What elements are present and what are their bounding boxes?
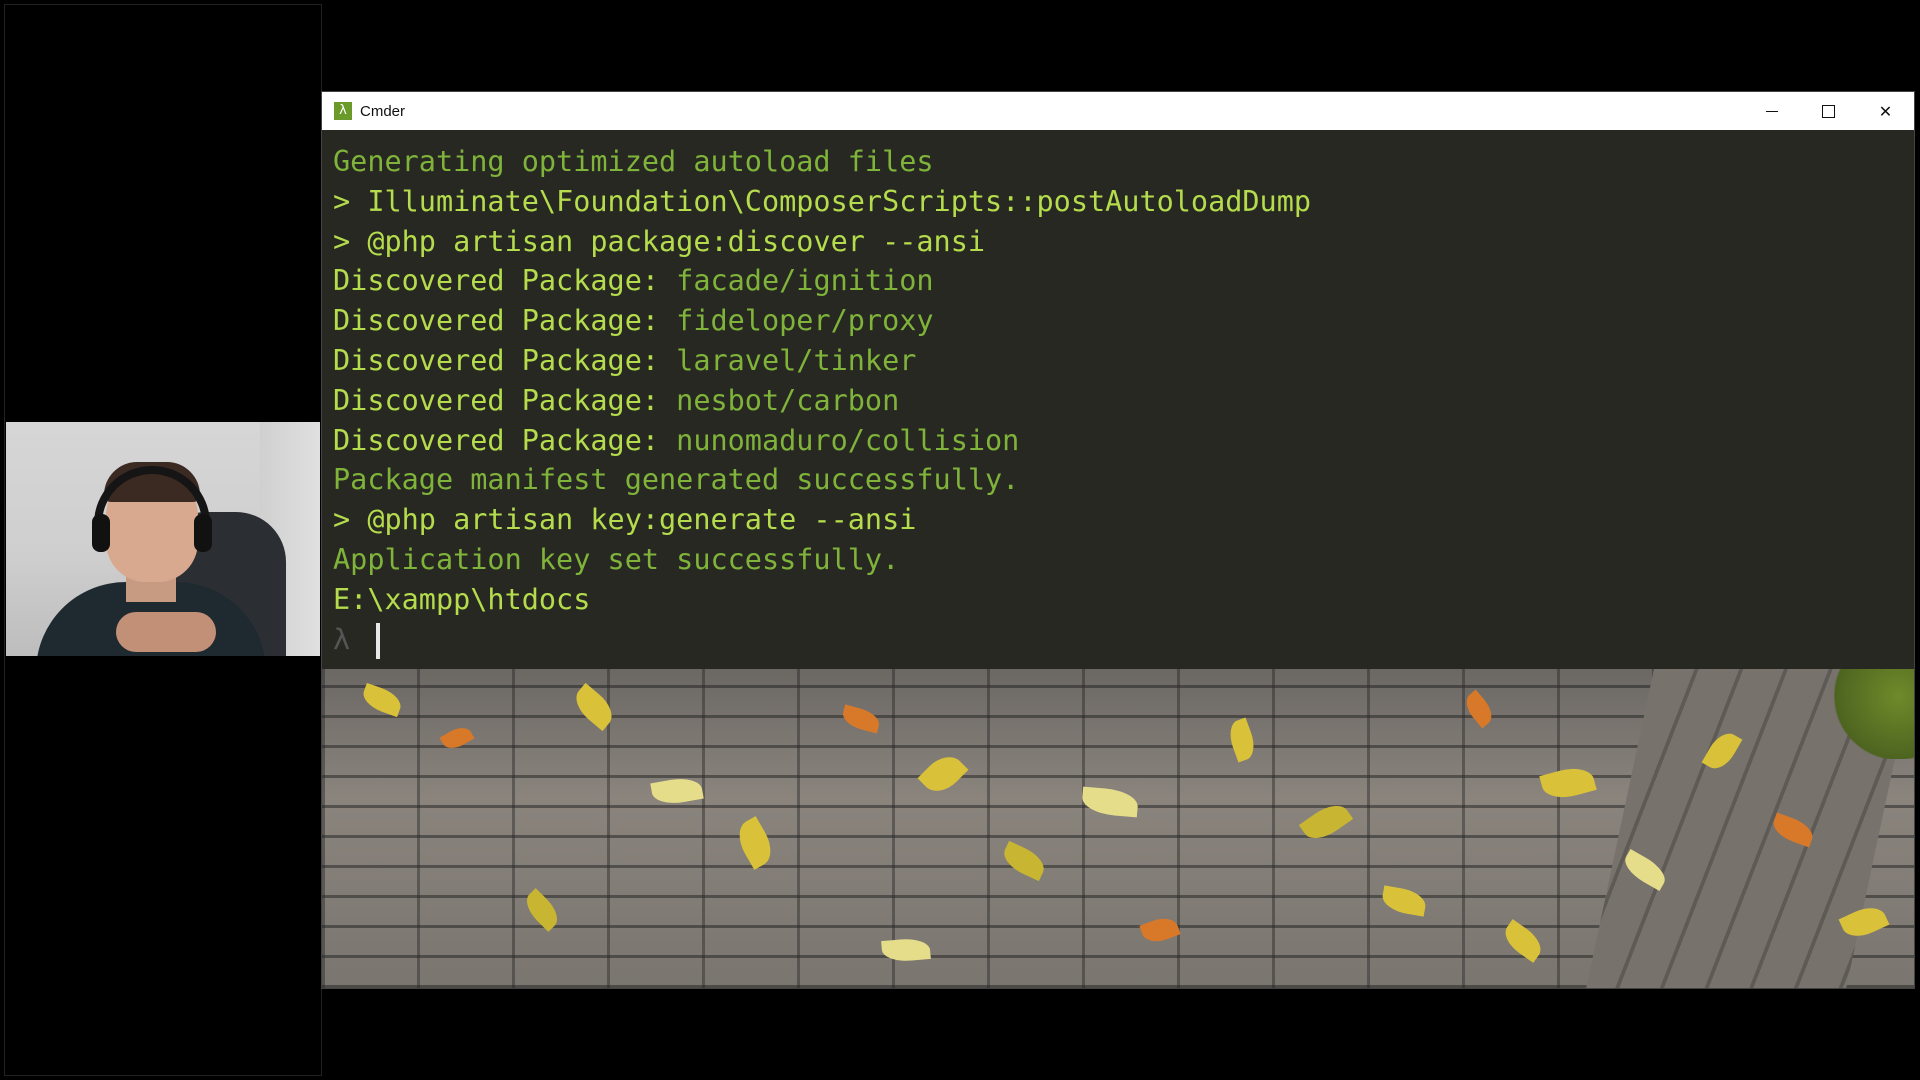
window-title: Cmder	[360, 102, 406, 120]
terminal-line: Generating optimized autoload files	[333, 145, 934, 178]
terminal-line: Package manifest generated successfully.	[333, 463, 1020, 497]
text-cursor	[376, 622, 381, 659]
package-name: fideloper/proxy	[676, 304, 934, 338]
webcam-video	[6, 422, 320, 656]
package-name: laravel/tinker	[676, 343, 917, 377]
package-label: Discovered Package:	[333, 423, 677, 457]
terminal-line: > @php artisan package:discover --ansi	[333, 224, 986, 258]
package-label: Discovered Package:	[333, 343, 677, 377]
close-icon: ✕	[1878, 101, 1893, 121]
terminal-line: Discovered Package: nunomaduro/collision	[333, 421, 1914, 461]
terminal-line: Discovered Package: facade/ignition	[333, 261, 1914, 301]
terminal-line: Discovered Package: nesbot/carbon	[333, 381, 1914, 421]
package-label: Discovered Package:	[333, 264, 677, 298]
terminal-background-image	[322, 669, 1914, 988]
package-label: Discovered Package:	[333, 304, 677, 338]
terminal-line: > Illuminate\Foundation\ComposerScripts:…	[333, 184, 1312, 218]
package-label: Discovered Package:	[333, 383, 677, 417]
title-bar[interactable]: λ Cmder ✕	[322, 92, 1914, 130]
current-directory: E:\xampp\htdocs	[333, 582, 591, 616]
prompt-line[interactable]: λ	[333, 620, 1914, 660]
package-name: facade/ignition	[676, 264, 934, 298]
terminal-line: > @php artisan key:generate --ansi	[333, 503, 917, 537]
cmder-window[interactable]: λ Cmder ✕ Generating optimized autoload …	[322, 92, 1914, 988]
lambda-icon: λ	[334, 102, 352, 120]
lambda-prompt-icon: λ	[333, 622, 351, 656]
terminal-line: Discovered Package: fideloper/proxy	[333, 301, 1914, 341]
terminal-line: Discovered Package: laravel/tinker	[333, 341, 1914, 381]
maximize-icon	[1822, 104, 1835, 118]
terminal-output[interactable]: Generating optimized autoload files > Il…	[322, 130, 1914, 669]
close-button[interactable]: ✕	[1857, 92, 1914, 130]
minimize-icon	[1765, 110, 1778, 112]
minimize-button[interactable]	[1743, 92, 1800, 130]
package-name: nesbot/carbon	[676, 383, 900, 417]
maximize-button[interactable]	[1800, 92, 1857, 130]
package-name: nunomaduro/collision	[676, 423, 1020, 457]
terminal-line: Application key set successfully.	[333, 542, 900, 576]
